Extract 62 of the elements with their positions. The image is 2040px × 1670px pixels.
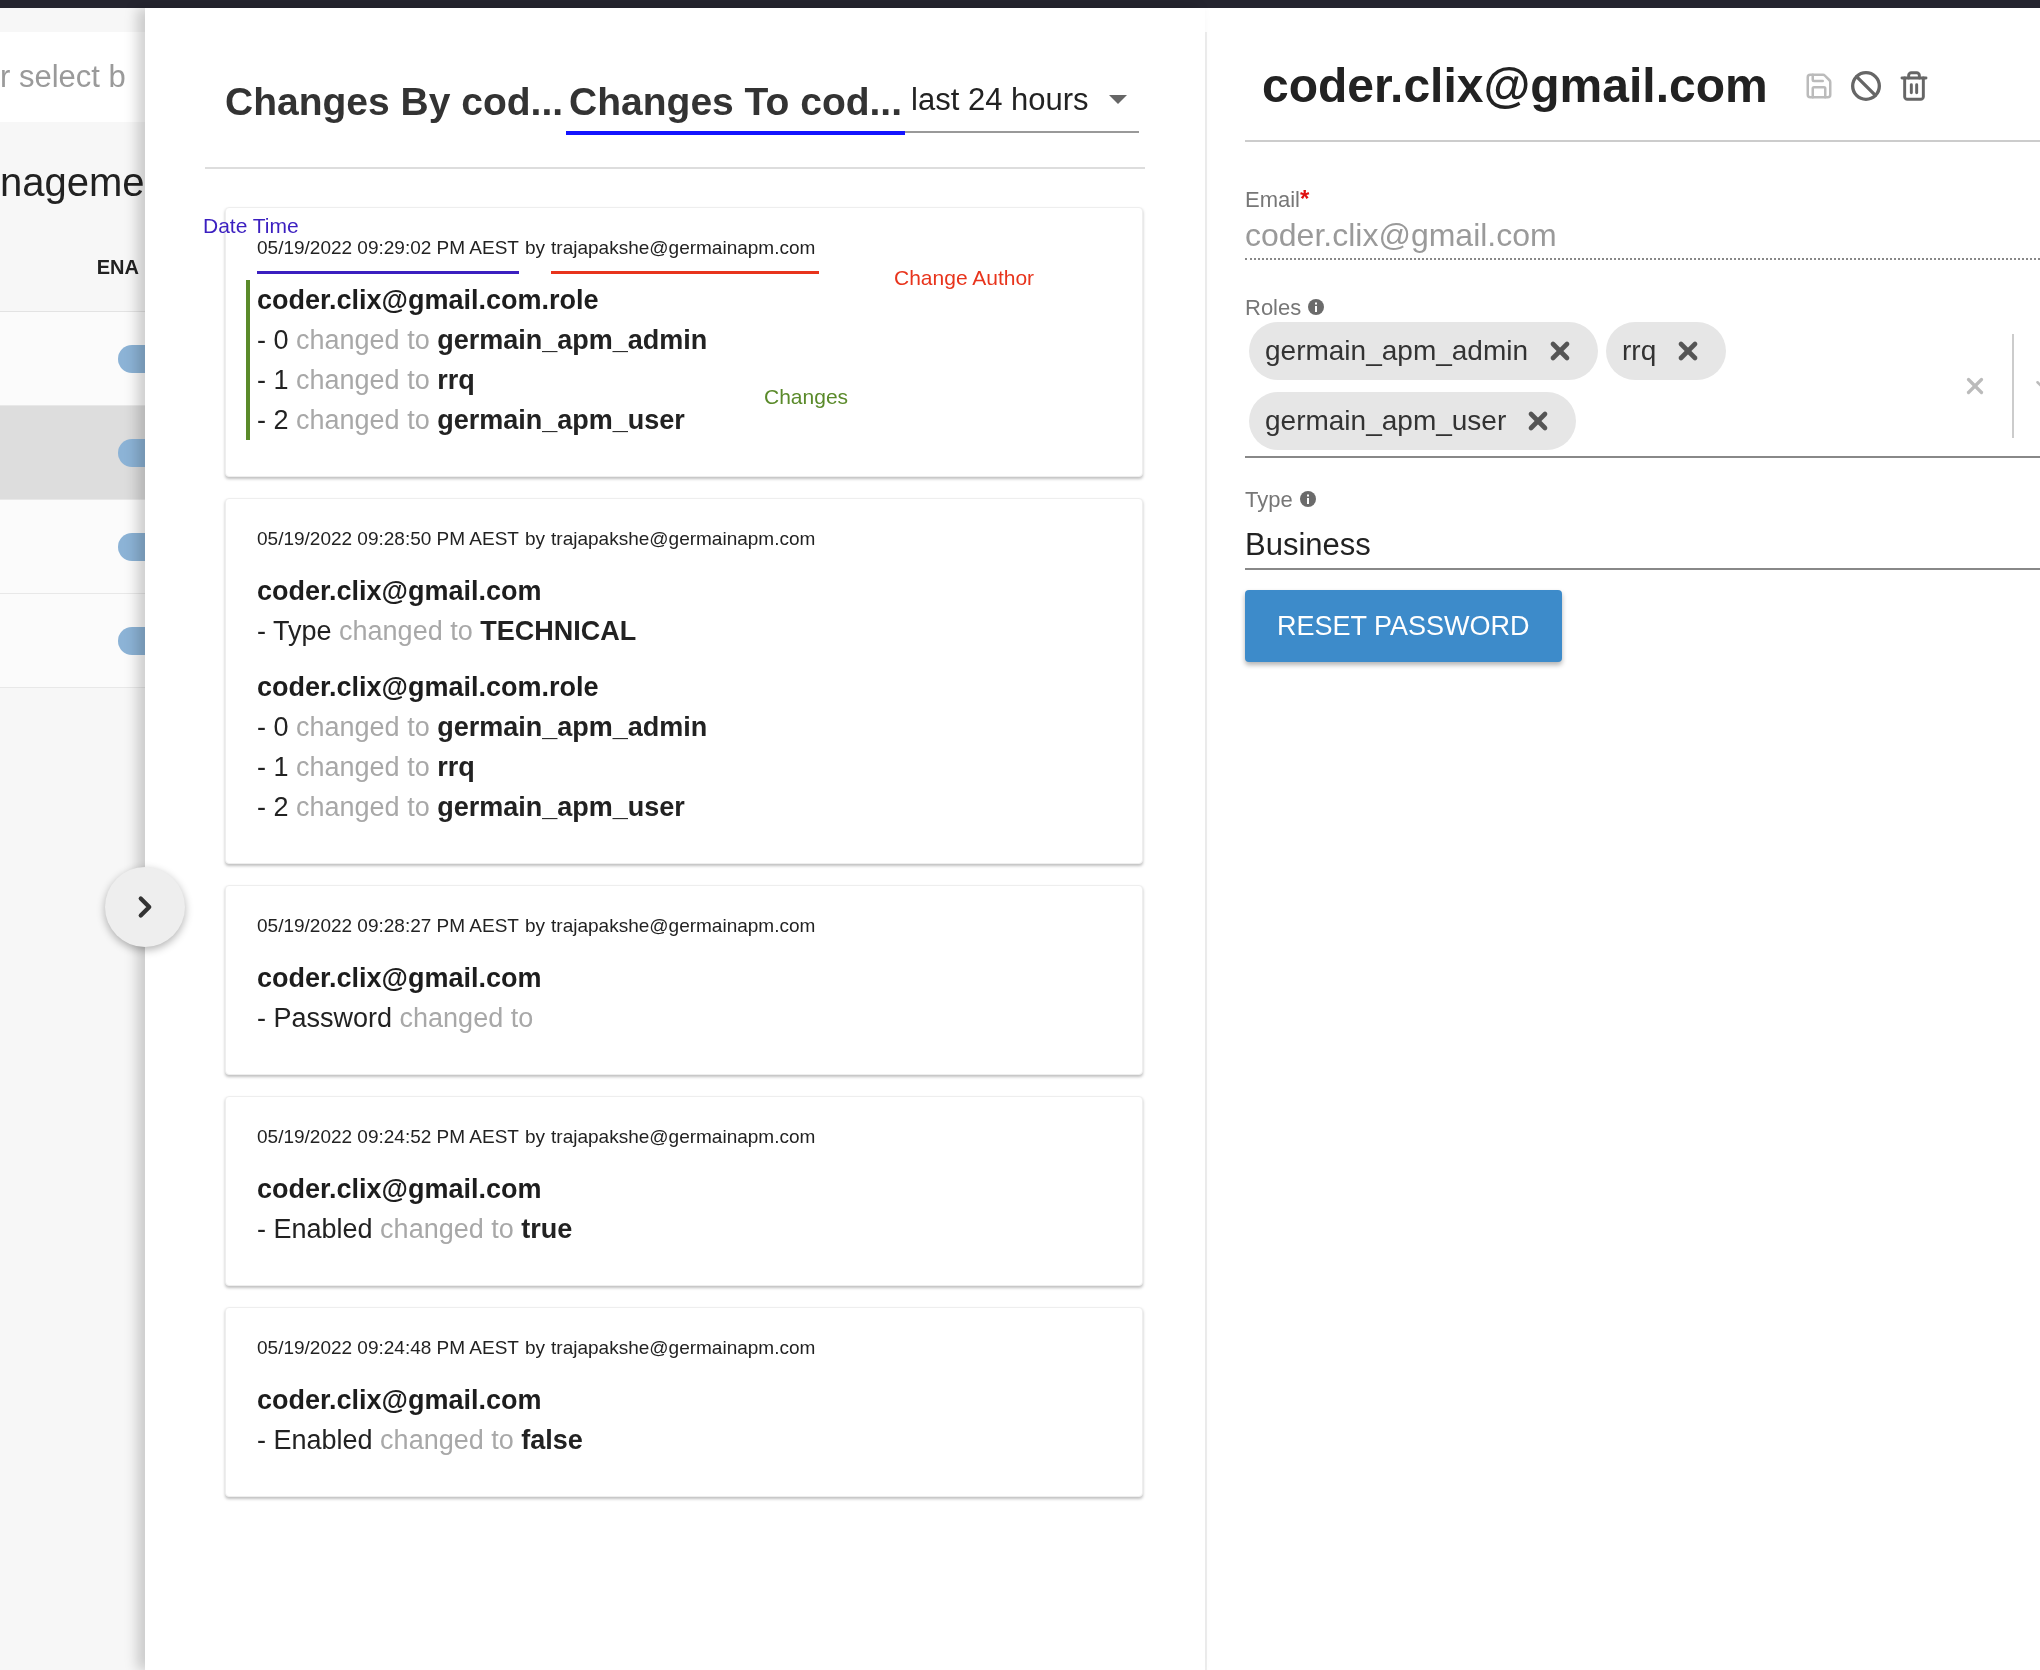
tab[interactable]: Changes To cod... — [566, 82, 906, 135]
by-label: by — [524, 1125, 546, 1149]
by-label: by — [524, 1336, 546, 1360]
page-heading: nageme — [0, 162, 145, 202]
annotation-label: Change Author — [894, 265, 1035, 291]
field-label: Email — [1245, 185, 1300, 214]
author-email: trajapakshe@germainapm.com — [551, 234, 820, 274]
table-row[interactable] — [0, 500, 145, 594]
change-line: - Enabled changed to false — [257, 1424, 583, 1457]
toggle-switch[interactable] — [118, 626, 145, 655]
by-label: by — [524, 527, 546, 551]
timestamp: 05/19/2022 09:24:48 PM AEST — [257, 1336, 519, 1360]
change-line: - Enabled changed to true — [257, 1213, 573, 1246]
column-header: ENA — [96, 255, 140, 280]
change-line: - 0 changed to germain_apm_admin — [257, 324, 708, 357]
field-label: Roles — [1245, 293, 1302, 322]
change-line: - Password changed to — [257, 1002, 534, 1035]
field-label: Type — [1245, 485, 1293, 514]
table-row[interactable] — [0, 406, 145, 500]
timestamp: 05/19/2022 09:28:50 PM AEST — [257, 527, 519, 551]
info-icon — [1298, 490, 1317, 508]
toggle-switch[interactable] — [118, 438, 145, 467]
period-dropdown[interactable]: last 24 hours — [905, 76, 1139, 133]
block-icon[interactable] — [1849, 70, 1882, 102]
author-email: trajapakshe@germainapm.com — [551, 527, 816, 551]
change-line: - 2 changed to germain_apm_user — [257, 404, 685, 437]
required-mark: * — [1300, 184, 1310, 214]
by-label: by — [524, 236, 546, 260]
roles-field[interactable]: germain_apm_admin rrq germain_apm_user — [1245, 322, 2040, 458]
record-title: coder.clix@gmail.com.role — [257, 671, 600, 704]
role-chip[interactable]: germain_apm_admin — [1249, 322, 1599, 380]
annotation-label: Changes — [764, 384, 849, 410]
record-title: coder.clix@gmail.com — [257, 575, 543, 608]
toggle-switch[interactable] — [118, 532, 145, 561]
change-line: - 1 changed to rrq — [257, 751, 475, 784]
toggle-switch[interactable] — [118, 344, 145, 373]
table-row[interactable] — [0, 312, 145, 406]
by-label: by — [524, 914, 546, 938]
timestamp: 05/19/2022 09:28:27 PM AEST — [257, 914, 519, 938]
record-title: coder.clix@gmail.com — [257, 962, 543, 995]
timestamp: 05/19/2022 09:29:02 PM AEST — [257, 234, 519, 274]
info-icon — [1307, 298, 1326, 316]
record-title: coder.clix@gmail.com — [257, 1173, 543, 1206]
search-field[interactable]: r select b — [0, 32, 145, 122]
reset-password-button[interactable]: RESET PASSWORD — [1245, 590, 1562, 662]
change-line: - Type changed to TECHNICAL — [257, 615, 637, 648]
change-line: - 2 changed to germain_apm_user — [257, 791, 685, 824]
change-line: - 0 changed to germain_apm_admin — [257, 711, 708, 744]
dropdown-caret-icon — [1108, 94, 1127, 105]
author-email: trajapakshe@germainapm.com — [551, 914, 816, 938]
user-title: coder.clix@gmail.com — [1262, 58, 1768, 114]
record-title: coder.clix@gmail.com.role — [257, 284, 600, 317]
timestamp: 05/19/2022 09:24:52 PM AEST — [257, 1125, 519, 1149]
tab[interactable]: Changes By cod... — [222, 82, 567, 135]
role-chip[interactable]: germain_apm_user — [1249, 392, 1577, 450]
role-chip[interactable]: rrq — [1606, 322, 1727, 380]
type-select[interactable]: Business — [1245, 512, 2040, 570]
record-title: coder.clix@gmail.com — [257, 1384, 543, 1417]
author-email: trajapakshe@germainapm.com — [551, 1125, 816, 1149]
table-row[interactable] — [0, 594, 145, 688]
change-line: - 1 changed to rrq — [257, 364, 475, 397]
author-email: trajapakshe@germainapm.com — [551, 1336, 816, 1360]
